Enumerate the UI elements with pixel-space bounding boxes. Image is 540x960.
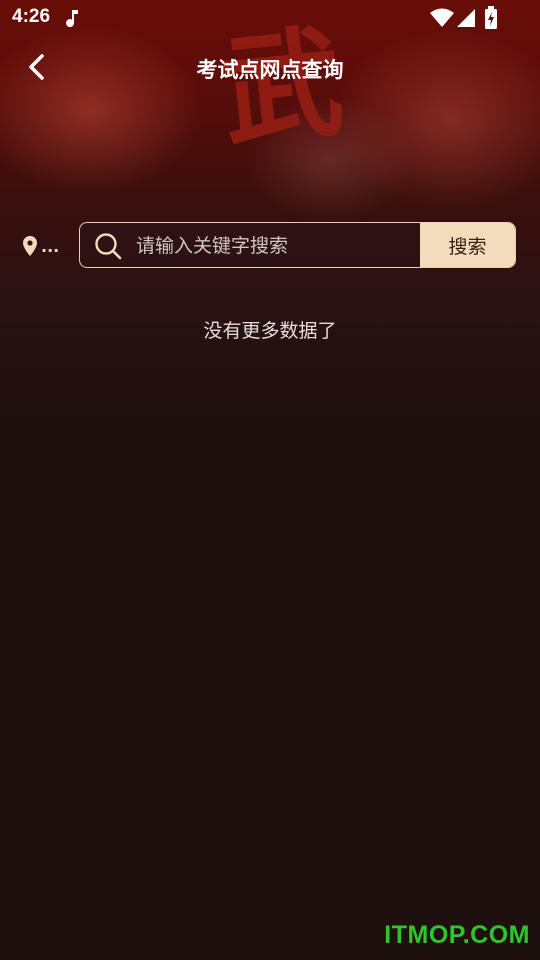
search-input[interactable] <box>134 223 424 267</box>
search-box: 搜索 <box>79 222 516 268</box>
signal-icon <box>457 9 475 27</box>
wifi-icon <box>430 8 454 27</box>
location-label: ... <box>41 236 60 256</box>
navigation-bar: 考试点网点查询 <box>0 40 540 100</box>
status-time: 4:26 <box>12 6 51 27</box>
search-icon <box>95 233 122 260</box>
empty-list-message: 没有更多数据了 <box>203 320 337 342</box>
search-button[interactable]: 搜索 <box>420 223 515 267</box>
page-title: 考试点网点查询 <box>196 58 344 82</box>
music-note-icon <box>66 10 78 28</box>
battery-charging-icon <box>485 6 497 29</box>
watermark: ITMOP.COM <box>384 921 530 949</box>
location-pin-icon <box>23 236 37 256</box>
search-row: ... 搜索 <box>0 222 540 270</box>
status-bar: 4:26 <box>0 0 540 36</box>
location-selector[interactable]: ... <box>22 232 59 260</box>
